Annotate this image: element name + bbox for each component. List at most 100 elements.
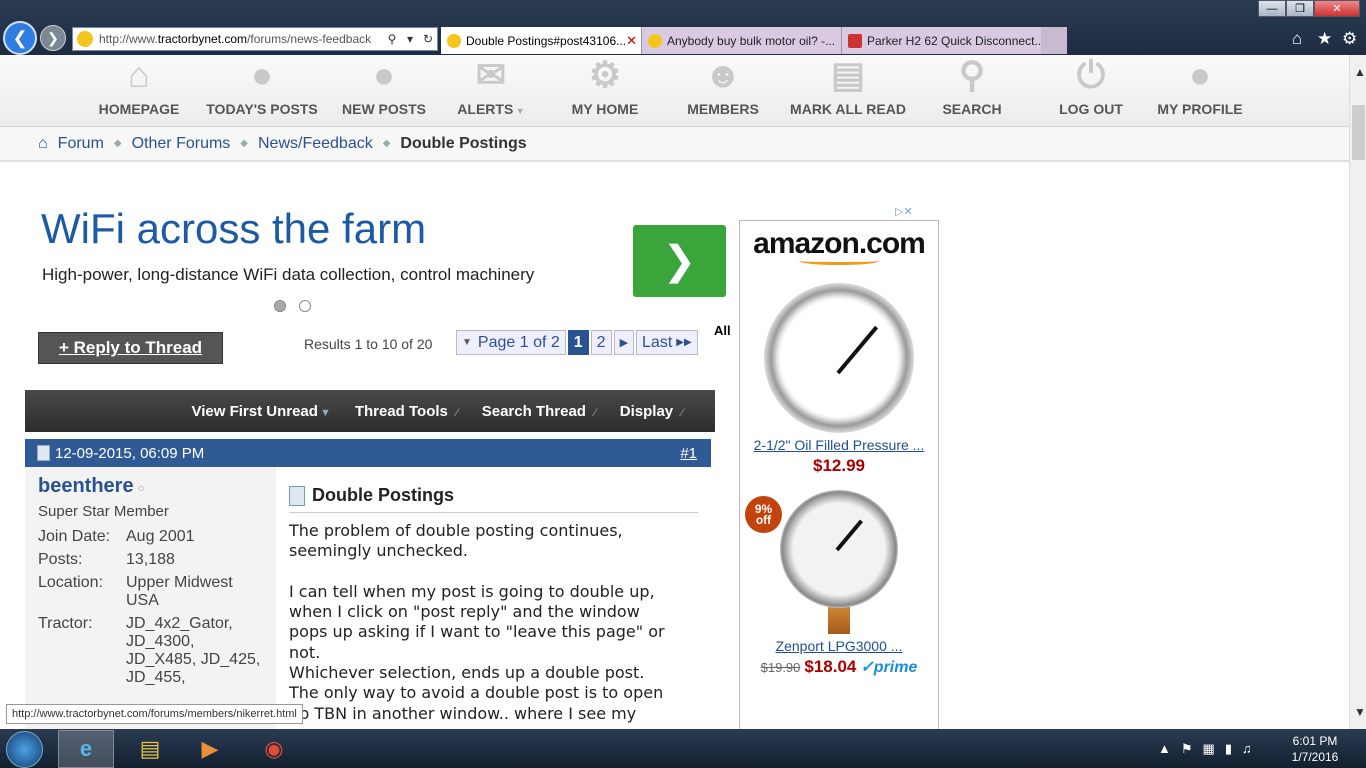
amazon-ad[interactable]: amazon.com 2-1/2" Oil Filled Pressure ..… — [739, 220, 939, 729]
nav-members[interactable]: ☻ MEMBERS — [687, 55, 759, 117]
minimize-icon[interactable]: — — [1258, 0, 1286, 17]
carousel-dot[interactable] — [274, 300, 286, 312]
file-explorer-icon[interactable]: ▤ — [122, 730, 178, 768]
system-clock[interactable]: 6:01 PM 1/7/2016 — [1280, 733, 1350, 765]
dropdown-icon[interactable]: ▾ — [401, 32, 419, 46]
display-menu[interactable]: Display ⁄ — [608, 403, 695, 420]
nav-todays-posts[interactable]: ● TODAY'S POSTS — [206, 55, 318, 117]
breadcrumb-separator-icon: ◆ — [113, 138, 122, 149]
taskbar: e ▤ ▶ ◉ ▲ ⚑ ▦ ▮ ♫ 6:01 PM 1/7/2016 — [0, 729, 1366, 768]
nav-log-out[interactable]: ⏻ LOG OUT — [1058, 55, 1124, 117]
back-button[interactable]: ❮ — [3, 21, 37, 55]
system-tray: ▲ ⚑ ▦ ▮ ♫ — [1158, 729, 1252, 768]
page-viewport: ⌂ HOMEPAGE ● TODAY'S POSTS ● NEW POSTS ✉ ALE… — [0, 55, 1349, 729]
nav-search[interactable]: ⚲ SEARCH — [942, 55, 1002, 117]
nav-mark-all-read[interactable]: ▤ MARK ALL READ — [789, 55, 907, 117]
tractor-row: Tractor: JD_4x2_Gator, JD_4300, JD_X485, … — [38, 615, 263, 687]
breadcrumb-news-feedback[interactable]: News/Feedback — [258, 135, 373, 153]
gear-icon[interactable]: ⚙ — [1342, 29, 1357, 49]
favorites-star-icon[interactable]: ★ — [1317, 29, 1332, 49]
last-label: Last — [642, 333, 673, 351]
pressure-gauge-image[interactable] — [764, 283, 914, 433]
search-thread-menu[interactable]: Search Thread ⁄ — [470, 403, 608, 420]
info-value: 13,188 — [126, 551, 175, 568]
internet-explorer-icon[interactable]: e — [58, 730, 114, 768]
view-first-unread-button[interactable]: View First Unread ▼ — [180, 403, 343, 420]
product-1-link[interactable]: 2-1/2" Oil Filled Pressure ... — [740, 437, 938, 453]
forward-button[interactable]: ❯ — [40, 25, 66, 51]
thread-tools-menu[interactable]: Thread Tools ⁄ — [343, 403, 470, 420]
thread-toolbar: View First Unread ▼ Thread Tools ⁄ Search … — [25, 390, 715, 432]
start-button[interactable] — [6, 731, 43, 768]
flag-icon[interactable]: ⚑ — [1181, 741, 1193, 757]
nav-label: HOMEPAGE — [98, 101, 180, 117]
info-key: Tractor: — [38, 615, 93, 632]
user-title: Super Star Member — [38, 503, 169, 520]
refresh-icon[interactable]: ↻ — [419, 32, 437, 46]
username-link[interactable]: beenthere — [38, 475, 134, 497]
device-icon[interactable]: ▦ — [1203, 741, 1215, 757]
carousel-dot[interactable] — [299, 300, 311, 312]
site-favicon-icon — [447, 33, 461, 48]
post-number-link[interactable]: #1 — [680, 445, 697, 462]
site-favicon-icon — [848, 33, 862, 48]
tab-bulk-motor-oil[interactable]: Anybody buy bulk motor oil? -... — [641, 27, 841, 54]
people-icon: ☻ — [704, 55, 742, 95]
dropdown-icon: ⁄ — [455, 406, 458, 419]
nav-new-posts[interactable]: ● NEW POSTS — [342, 55, 426, 117]
home-icon[interactable]: ⌂ — [1292, 29, 1302, 49]
tab-double-postings[interactable]: Double Postings#post43106... ✕ — [441, 27, 641, 54]
address-url[interactable]: http://www.tractorbynet.com/forums/news-… — [99, 32, 383, 46]
page-jump-dropdown[interactable]: ▼ Page 1 of 2 — [456, 330, 566, 355]
product-2-link[interactable]: Zenport LPG3000 ... — [740, 638, 938, 654]
last-page-link[interactable]: Last ▶▶ — [636, 330, 698, 355]
scroll-down-icon[interactable]: ▼ — [1354, 705, 1366, 719]
ad-title[interactable]: WiFi across the farm — [41, 205, 426, 253]
new-tab-button[interactable] — [1041, 27, 1067, 54]
site-favicon-icon — [77, 31, 93, 47]
media-player-icon[interactable]: ▶ — [182, 730, 238, 768]
vertical-scrollbar[interactable]: ▲ ▼ — [1349, 55, 1366, 729]
reply-to-thread-button[interactable]: + Reply to Thread — [38, 332, 223, 364]
restore-icon[interactable]: ❐ — [1286, 0, 1314, 17]
scroll-up-icon[interactable]: ▲ — [1354, 65, 1366, 79]
volume-icon[interactable]: ♫ — [1242, 741, 1252, 756]
page-2-link[interactable]: 2 — [590, 330, 612, 355]
location-row: Location: Upper Midwest USA — [38, 574, 263, 610]
amazon-logo-text: amazon.com — [753, 227, 926, 260]
power-icon: ⏻ — [1076, 55, 1106, 95]
close-tab-icon[interactable]: ✕ — [626, 33, 637, 49]
nav-homepage[interactable]: ⌂ HOMEPAGE — [98, 55, 180, 117]
product-1-price: $12.99 — [813, 456, 865, 475]
nav-my-profile[interactable]: ● MY PROFILE — [1156, 55, 1244, 117]
scrollbar-thumb[interactable] — [1352, 105, 1365, 160]
close-window-icon[interactable]: ✕ — [1314, 0, 1360, 17]
page-1-link[interactable]: 1 — [567, 330, 589, 355]
show-hidden-icons-icon[interactable]: ▲ — [1158, 741, 1171, 756]
search-icon[interactable]: ⚲ — [383, 32, 401, 46]
lpg-gauge-image[interactable] — [780, 490, 898, 608]
nav-alerts[interactable]: ✉ ALERTS ▼ — [456, 55, 526, 117]
nav-my-home[interactable]: ⚙ MY HOME — [571, 55, 639, 117]
posts-row: Posts: 13,188 — [38, 551, 263, 569]
tab-parker-quick-disconnect[interactable]: Parker H2 62 Quick Disconnect... — [841, 27, 1041, 54]
ad-go-button[interactable]: ❯ — [633, 225, 726, 297]
info-key: Join Date: — [38, 528, 111, 545]
breadcrumb-other-forums[interactable]: Other Forums — [132, 135, 231, 153]
nav-label: LOG OUT — [1059, 101, 1123, 117]
address-bar[interactable]: http://www.tractorbynet.com/forums/news-… — [72, 27, 438, 51]
breadcrumb-forum[interactable]: Forum — [58, 135, 104, 153]
network-icon[interactable]: ▮ — [1225, 741, 1232, 757]
post-body: Double Postings The problem of double po… — [276, 467, 711, 729]
nav-label: MY PROFILE — [1157, 101, 1243, 117]
chrome-icon[interactable]: ◉ — [246, 730, 302, 768]
page-label: Page 1 of 2 — [477, 333, 560, 351]
chevron-right-icon: ❯ — [662, 239, 697, 283]
next-page-button[interactable]: ▶ — [613, 330, 635, 355]
tab-label: Anybody buy bulk motor oil? -... — [667, 33, 836, 48]
adchoices-icon[interactable]: ▷✕ — [895, 205, 937, 221]
results-count: Results 1 to 10 of 20 — [304, 336, 433, 352]
info-value: Upper Midwest USA — [126, 574, 233, 609]
home-icon[interactable]: ⌂ — [38, 135, 48, 153]
nav-label: ALERTS — [457, 101, 514, 117]
